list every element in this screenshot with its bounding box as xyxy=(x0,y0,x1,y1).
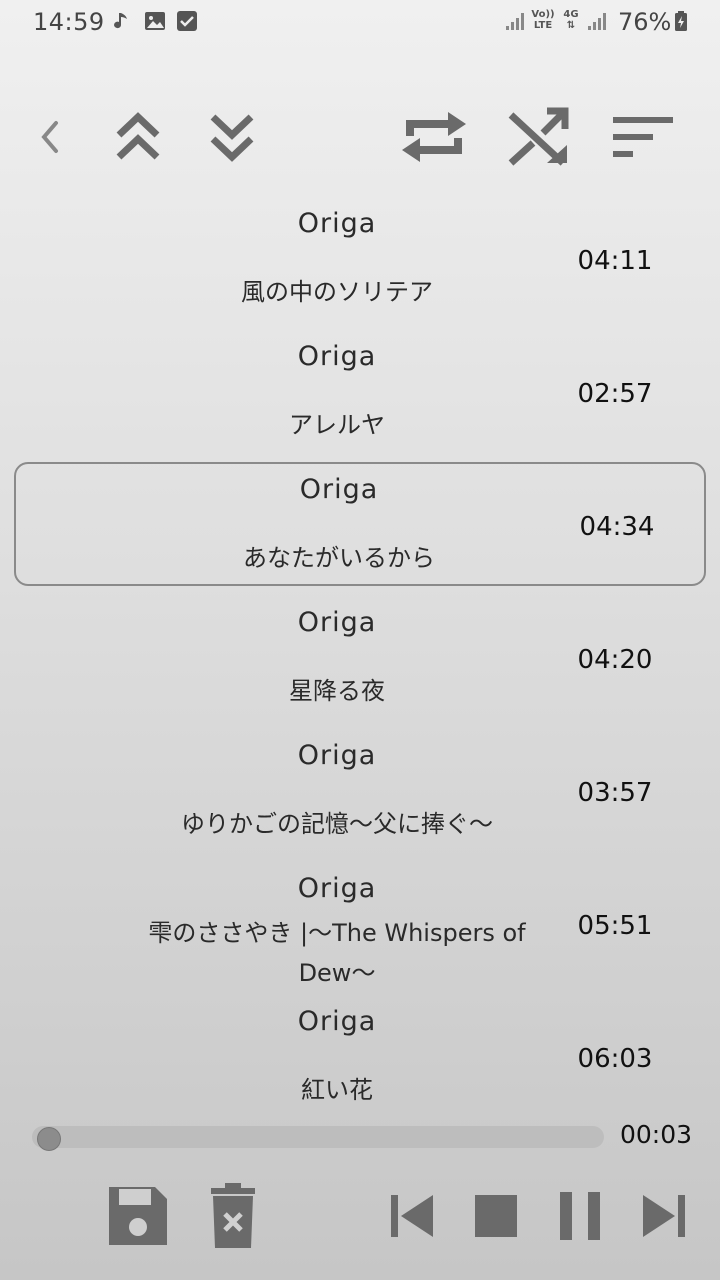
track-artist: Origa xyxy=(297,1006,377,1037)
4g-icon: 4G ⇅ xyxy=(560,9,582,31)
stop-icon xyxy=(475,1195,517,1237)
data-arrows-icon: ⇅ xyxy=(566,20,576,31)
elapsed-time: 00:03 xyxy=(620,1120,693,1149)
track-duration: 04:11 xyxy=(577,246,653,276)
4g-label: 4G xyxy=(563,9,579,20)
track-title: ゆりかごの記憶〜父に捧ぐ〜 xyxy=(181,810,493,838)
back-chevron-icon xyxy=(41,121,58,153)
volte-icon: Vo)) LTE xyxy=(531,9,555,31)
seek-bar[interactable] xyxy=(32,1126,604,1148)
track-item[interactable]: Origa 風の中のソリテア 04:11 xyxy=(14,196,706,320)
track-item-selected[interactable]: Origa あなたがいるから 04:34 xyxy=(14,462,706,586)
skip-previous-icon xyxy=(391,1195,433,1237)
shuffle-button[interactable] xyxy=(504,92,574,182)
image-icon xyxy=(145,12,165,30)
playlist: Origa 風の中のソリテア 04:11 Origa アレルヤ 02:57 Or… xyxy=(0,196,720,1108)
move-up-double-icon xyxy=(116,112,160,160)
track-item[interactable]: Origa 星降る夜 04:20 xyxy=(14,595,706,719)
track-title: 雫のささやき |〜The Whispers of Dew〜 xyxy=(148,919,526,987)
track-item[interactable]: Origa ゆりかごの記憶〜父に捧ぐ〜 03:57 xyxy=(14,728,706,852)
battery-charging-icon xyxy=(675,11,687,31)
previous-button[interactable] xyxy=(386,1180,438,1252)
track-artist: Origa xyxy=(299,474,379,505)
move-down-double-icon xyxy=(210,114,254,162)
save-button[interactable] xyxy=(104,1180,172,1252)
move-up-button[interactable] xyxy=(108,92,168,182)
next-button[interactable] xyxy=(638,1180,690,1252)
skip-next-icon xyxy=(643,1195,685,1237)
track-duration: 04:34 xyxy=(579,512,655,542)
sort-button[interactable] xyxy=(606,92,680,182)
track-artist: Origa xyxy=(297,208,377,239)
music-note-icon xyxy=(114,13,127,29)
move-down-button[interactable] xyxy=(202,92,262,182)
track-item[interactable]: Origa 紅い花 06:03 xyxy=(14,994,706,1108)
delete-button[interactable] xyxy=(204,1180,262,1252)
checkbox-icon xyxy=(177,11,197,31)
repeat-button[interactable] xyxy=(396,92,472,182)
track-duration: 03:57 xyxy=(577,778,653,808)
status-bar: 14:59 Vo)) LTE 4G ⇅ 76% xyxy=(0,0,720,44)
playlist-toolbar xyxy=(0,92,720,182)
signal-icon xyxy=(588,13,606,30)
track-artist: Origa xyxy=(297,740,377,771)
track-duration: 02:57 xyxy=(577,379,653,409)
track-title: アレルヤ xyxy=(289,411,385,439)
stop-button[interactable] xyxy=(472,1180,520,1252)
track-title: 風の中のソリテア xyxy=(241,278,433,306)
track-item[interactable]: Origa 雫のささやき |〜The Whispers of Dew〜 05:5… xyxy=(14,861,706,987)
back-button[interactable] xyxy=(28,92,72,182)
signal-icon xyxy=(506,13,524,30)
track-duration: 05:51 xyxy=(577,911,653,941)
pause-icon xyxy=(560,1192,600,1240)
sort-icon xyxy=(613,117,673,157)
track-item[interactable]: Origa アレルヤ 02:57 xyxy=(14,329,706,453)
track-duration: 04:20 xyxy=(577,645,653,675)
track-artist: Origa xyxy=(297,341,377,372)
battery-percent: 76% xyxy=(618,8,672,36)
track-title: 星降る夜 xyxy=(289,677,385,705)
status-time: 14:59 xyxy=(33,8,105,36)
track-duration: 06:03 xyxy=(577,1044,653,1074)
track-title: あなたがいるから xyxy=(243,544,435,572)
delete-icon xyxy=(211,1183,255,1248)
repeat-icon xyxy=(402,112,466,162)
track-artist: Origa xyxy=(297,873,377,904)
shuffle-icon xyxy=(508,107,569,166)
track-artist: Origa xyxy=(297,607,377,638)
pause-button[interactable] xyxy=(556,1180,604,1252)
save-icon xyxy=(109,1187,167,1245)
track-title: 紅い花 xyxy=(301,1076,373,1104)
